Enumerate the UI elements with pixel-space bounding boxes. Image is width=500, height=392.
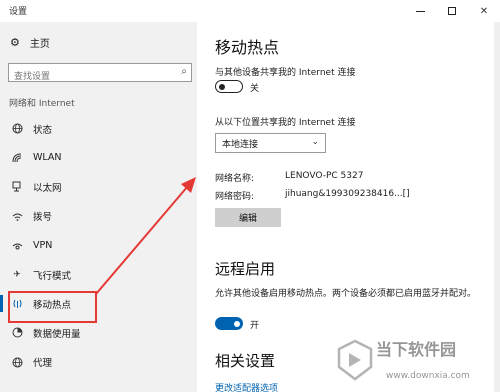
- sidebar-item-status[interactable]: 状态: [0, 114, 197, 143]
- home-label: 主页: [29, 39, 50, 50]
- sidebar-item-label: 以太网: [33, 182, 62, 194]
- airplane-icon: ✈: [13, 269, 21, 280]
- sidebar-item-label: 代理: [33, 358, 53, 370]
- network-name-value: LENOVO-PC 5327: [285, 171, 364, 181]
- change-adapter-options-link[interactable]: 更改适配器选项: [215, 381, 278, 392]
- network-name-label: 网络名称:: [215, 174, 255, 184]
- maximize-icon: [448, 7, 456, 15]
- search-icon[interactable]: ⌕: [181, 66, 187, 77]
- sidebar-item-label: 数据使用量: [33, 328, 81, 340]
- sidebar-item-proxy[interactable]: 代理: [0, 348, 197, 377]
- watermark-title: 当下软件园: [376, 340, 457, 359]
- ethernet-icon: [11, 181, 23, 192]
- globe-status-icon: [11, 123, 23, 134]
- maximize-button[interactable]: [436, 0, 468, 22]
- sidebar-item-label: 飞行模式: [33, 270, 72, 282]
- edit-button[interactable]: 编辑: [215, 208, 281, 227]
- vpn-icon: [11, 241, 23, 250]
- watermark-url: www.downxia.com: [386, 371, 470, 381]
- selected-indicator: [0, 295, 3, 313]
- sidebar-home[interactable]: ⚙ 主页: [10, 35, 50, 50]
- sidebar-item-airplane[interactable]: ✈ 飞行模式: [0, 260, 197, 289]
- sidebar-item-label: 拨号: [33, 212, 53, 224]
- gear-icon: ⚙: [10, 36, 20, 49]
- minimize-icon: [415, 10, 425, 12]
- share-toggle[interactable]: [215, 80, 243, 93]
- sidebar-item-vpn[interactable]: VPN: [0, 231, 197, 260]
- minimize-button[interactable]: [404, 0, 436, 22]
- share-from-select[interactable]: 本地连接 ⌄: [215, 133, 326, 153]
- window-title: 设置: [9, 7, 28, 17]
- close-icon: ✕: [479, 5, 489, 17]
- data-usage-icon: [11, 327, 23, 338]
- remote-toggle[interactable]: [215, 317, 243, 330]
- section-label: 网络和 Internet: [9, 99, 75, 109]
- toggle-knob: [219, 83, 225, 90]
- wifi-icon: [11, 153, 23, 163]
- close-button[interactable]: ✕: [468, 0, 500, 22]
- sidebar-item-wlan[interactable]: WLAN: [0, 143, 197, 172]
- chevron-down-icon: ⌄: [311, 137, 319, 147]
- sidebar: ⚙ 主页 ⌕ 网络和 Internet 状态 WLAN 以太网: [0, 22, 197, 392]
- search-input[interactable]: [9, 68, 169, 86]
- annotation-highlight-box: [8, 291, 97, 323]
- sidebar-item-dialup[interactable]: 拨号: [0, 202, 197, 231]
- share-label: 与其他设备共享我的 Internet 连接: [215, 68, 356, 78]
- globe-proxy-icon: [11, 357, 23, 368]
- watermark-logo-icon: [337, 339, 373, 381]
- network-password-value: jihuang&199309238416...[]: [285, 189, 410, 199]
- dialup-icon: [11, 212, 23, 221]
- search-field[interactable]: ⌕: [8, 63, 192, 86]
- share-toggle-state: 关: [250, 84, 260, 94]
- share-from-value: 本地连接: [222, 139, 259, 150]
- sidebar-item-ethernet[interactable]: 以太网: [0, 172, 197, 201]
- sidebar-nav: 状态 WLAN 以太网 拨号 VPN ✈ 飞行模式 移动热点 数据使用量 代理: [0, 114, 197, 377]
- remote-title: 远程启用: [215, 260, 276, 278]
- sidebar-item-label: 状态: [33, 124, 53, 136]
- title-bar: 设置 ✕: [0, 0, 500, 22]
- toggle-knob: [234, 320, 240, 327]
- remote-description: 允许其他设备启用移动热点。两个设备必须都已启用蓝牙并配对。: [215, 289, 477, 299]
- page-title: 移动热点: [215, 38, 280, 57]
- related-settings-title: 相关设置: [215, 352, 276, 370]
- remote-toggle-state: 开: [250, 321, 260, 331]
- share-from-label: 从以下位置共享我的 Internet 连接: [215, 118, 356, 128]
- sidebar-item-label: WLAN: [33, 152, 62, 164]
- network-password-label: 网络密码:: [215, 192, 255, 202]
- watermark: 当下软件园 www.downxia.com: [334, 333, 500, 392]
- sidebar-item-label: VPN: [33, 239, 53, 251]
